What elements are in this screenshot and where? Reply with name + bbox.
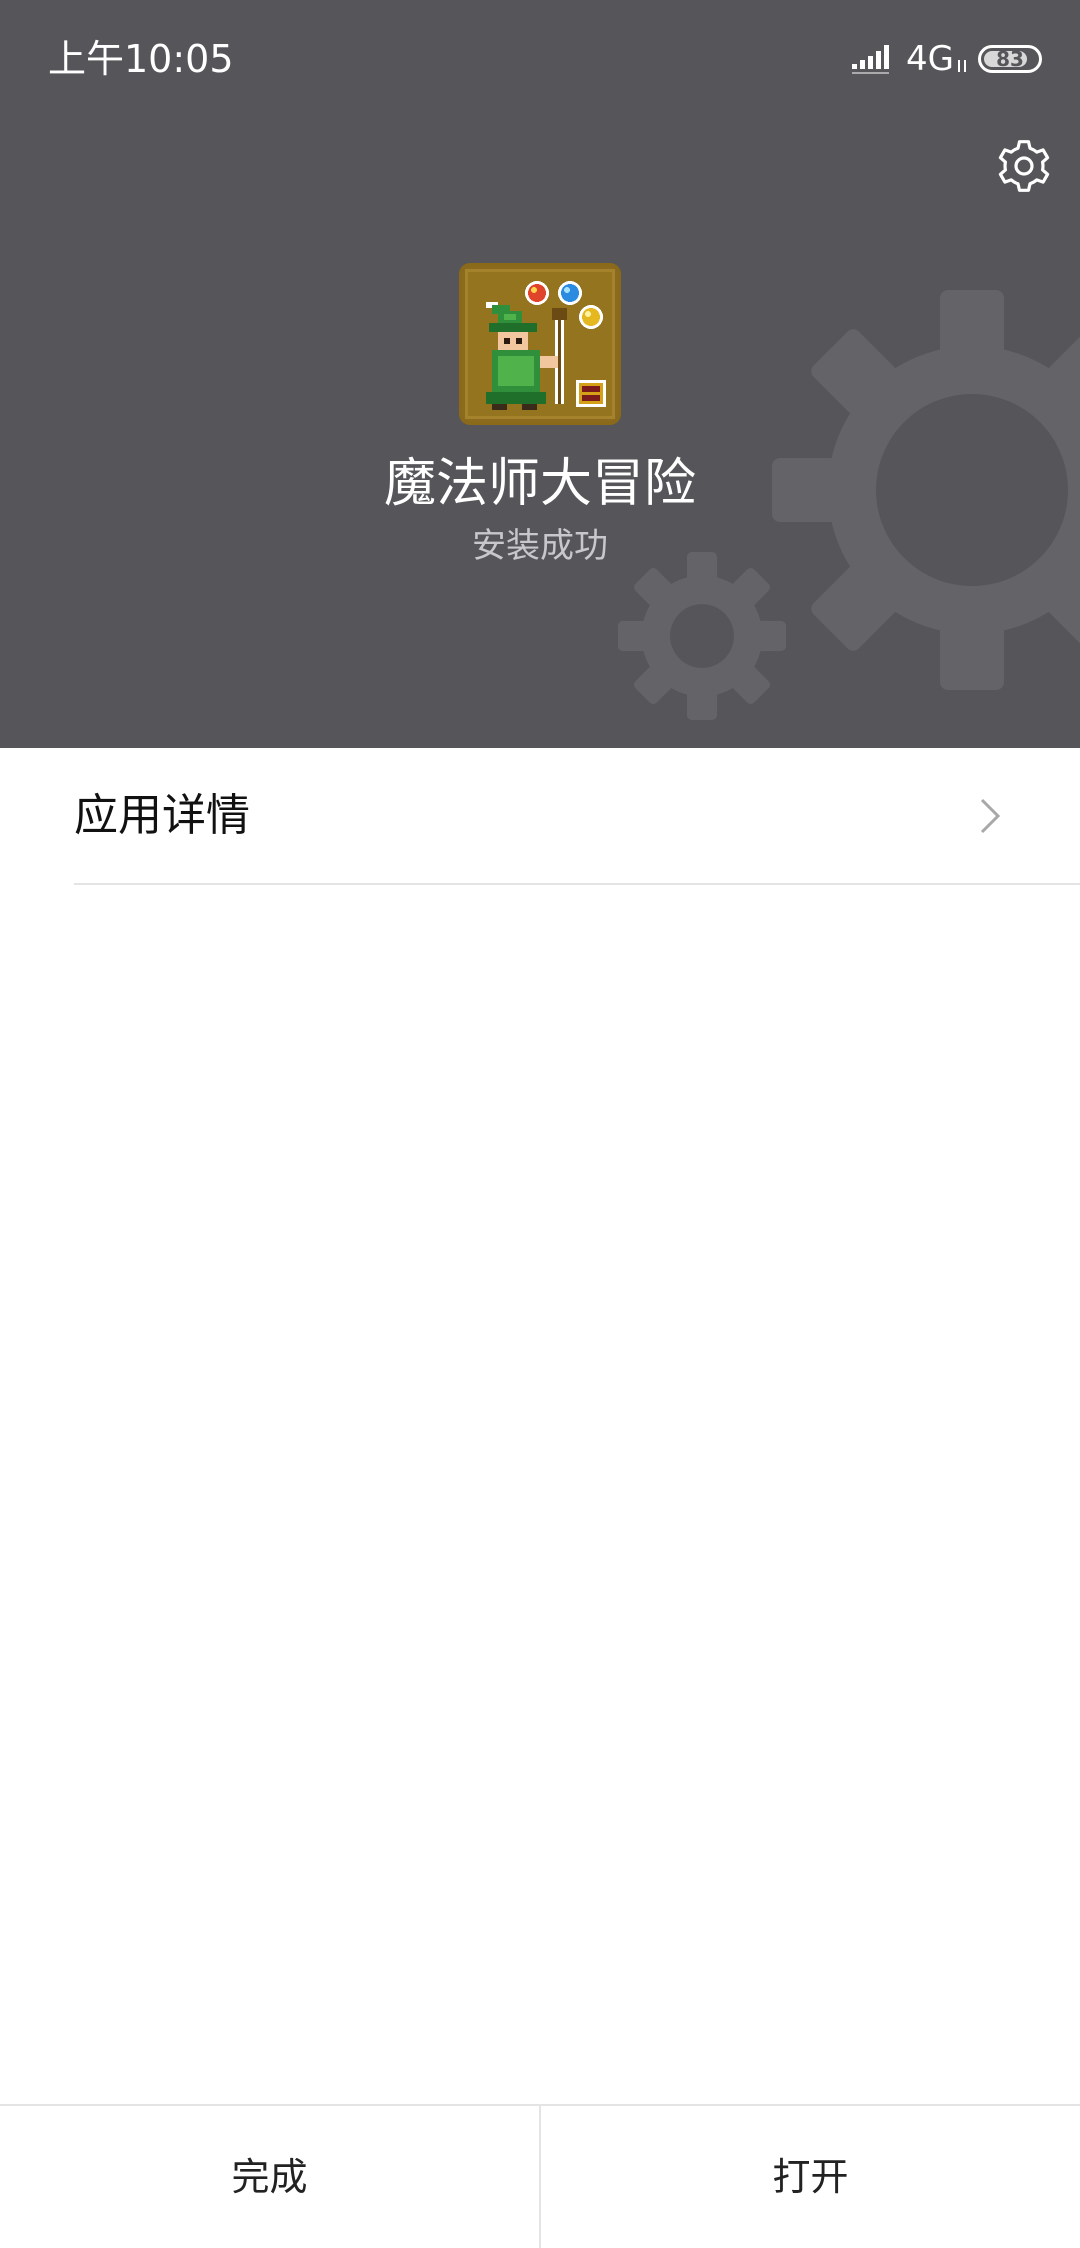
app-details-row[interactable]: 应用详情 (0, 748, 1080, 884)
divider (74, 883, 1080, 885)
status-indicators: 4G 83 (852, 38, 1042, 80)
bottom-action-bar: 完成 打开 (0, 2104, 1080, 2248)
app-icon (462, 266, 618, 422)
wizard-app-icon (462, 266, 618, 422)
network-type-label: 4G (906, 39, 954, 79)
battery-icon: 83 (978, 45, 1042, 73)
install-status-label: 安装成功 (472, 526, 608, 566)
data-activity-icon (958, 60, 966, 72)
status-bar: 上午10:05 4G 83 (0, 0, 1080, 120)
done-button[interactable]: 完成 (0, 2106, 539, 2248)
app-name: 魔法师大冒险 (383, 454, 696, 514)
signal-strength-icon (852, 45, 890, 74)
app-details-label: 应用详情 (74, 790, 250, 841)
status-time: 上午10:05 (48, 37, 234, 81)
chevron-right-icon (980, 798, 1001, 834)
install-header: 上午10:05 4G 83 魔法师大冒险 安装成功 (0, 0, 1080, 748)
open-button[interactable]: 打开 (541, 2106, 1080, 2248)
settings-gear-icon[interactable] (992, 134, 1056, 198)
battery-level-text: 83 (996, 47, 1024, 71)
decorative-small-gear-icon (618, 552, 786, 720)
